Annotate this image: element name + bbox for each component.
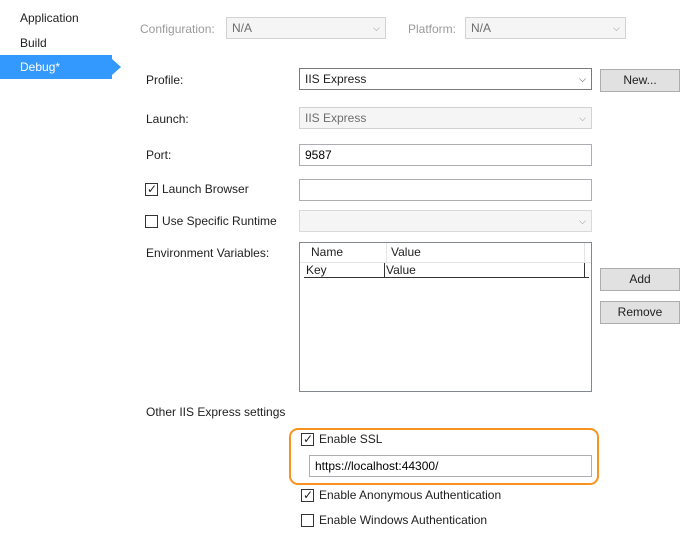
new-profile-button[interactable]: New... (600, 69, 680, 92)
checkmark-icon: ✓ (303, 432, 314, 446)
nav-item-label: Debug* (20, 60, 61, 74)
chevron-down-icon: ⌵ (579, 74, 586, 84)
remove-env-button[interactable]: Remove (600, 301, 680, 324)
nav-item-label: Application (20, 11, 79, 25)
configuration-value: N/A (232, 21, 253, 35)
chevron-down-icon: ⌵ (613, 23, 620, 33)
platform-select[interactable]: N/A ⌵ (465, 17, 626, 39)
windows-auth-label: Enable Windows Authentication (319, 513, 488, 527)
platform-value: N/A (471, 21, 492, 35)
runtime-select[interactable]: ⌵ (299, 210, 592, 232)
port-label: Port: (146, 148, 172, 162)
env-key-cell[interactable]: Key (306, 263, 382, 277)
table-row[interactable]: Key Value (304, 263, 589, 278)
windows-auth-checkbox[interactable] (301, 514, 314, 527)
configuration-label: Configuration: (140, 22, 215, 36)
launch-value: IIS Express (305, 111, 367, 125)
checkmark-icon: ✓ (303, 488, 314, 502)
specific-runtime-label: Use Specific Runtime (162, 214, 277, 228)
column-divider (584, 243, 585, 262)
nav-item-build[interactable]: Build (0, 31, 112, 55)
nav-item-label: Build (20, 36, 47, 50)
grid-header-name[interactable]: Name (300, 243, 387, 262)
env-vars-grid[interactable]: Name Value Key Value (299, 242, 592, 392)
env-value-cell[interactable]: Value (386, 263, 582, 277)
configuration-select[interactable]: N/A ⌵ (226, 17, 386, 39)
grid-header-value[interactable]: Value (380, 243, 580, 262)
profile-label: Profile: (146, 73, 184, 87)
chevron-down-icon: ⌵ (579, 216, 586, 226)
profile-select[interactable]: IIS Express ⌵ (299, 68, 592, 90)
grid-header: Name Value (300, 243, 591, 263)
profile-value: IIS Express (305, 72, 367, 86)
iis-settings-heading: Other IIS Express settings (146, 405, 286, 419)
env-vars-label: Environment Variables: (146, 246, 270, 260)
launch-browser-checkbox[interactable]: ✓ (145, 182, 158, 196)
anonymous-auth-label: Enable Anonymous Authentication (319, 488, 502, 502)
launch-select[interactable]: IIS Express ⌵ (299, 107, 592, 129)
enable-ssl-checkbox[interactable]: ✓ (301, 432, 314, 446)
checkmark-icon: ✓ (147, 182, 158, 196)
launch-label: Launch: (146, 112, 189, 126)
chevron-down-icon: ⌵ (579, 113, 586, 123)
add-env-button[interactable]: Add (600, 268, 680, 291)
platform-label: Platform: (408, 22, 457, 36)
port-input[interactable] (299, 144, 592, 166)
anonymous-auth-checkbox[interactable]: ✓ (301, 488, 314, 502)
cell-divider (384, 263, 385, 277)
ssl-url-input[interactable] (309, 455, 592, 477)
launch-browser-label: Launch Browser (162, 182, 249, 196)
specific-runtime-checkbox[interactable] (145, 215, 158, 228)
enable-ssl-label: Enable SSL (319, 432, 383, 446)
launch-browser-url-input[interactable] (299, 179, 592, 201)
active-tab-pointer-icon (112, 59, 121, 75)
nav-item-debug[interactable]: Debug* (0, 55, 112, 79)
project-properties-nav: Application Build Debug* (0, 0, 122, 536)
nav-item-application[interactable]: Application (0, 6, 112, 30)
cell-divider (584, 263, 585, 277)
chevron-down-icon: ⌵ (373, 23, 380, 33)
